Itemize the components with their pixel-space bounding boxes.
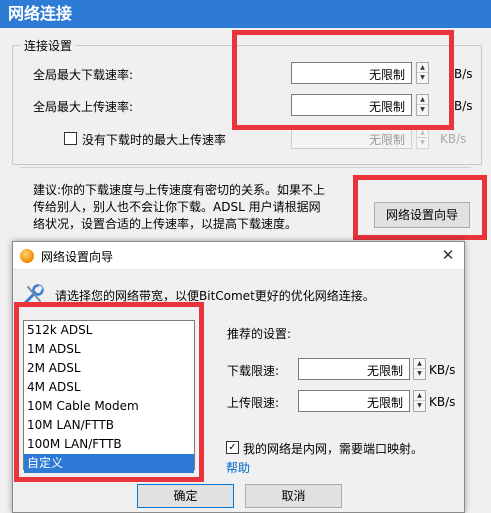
recommended-label: 推荐的设置: [227, 327, 292, 341]
upload-limit-input[interactable]: 无限制 [298, 390, 410, 412]
download-limit-spinner[interactable]: ▲ ▼ [413, 358, 426, 380]
idle-upload-unit: KB/s [440, 132, 467, 146]
idle-upload-spinner[interactable]: ▲ ▼ [416, 127, 429, 149]
idle-upload-label: 没有下载时的最大上传速率 [82, 133, 227, 147]
advice-line-2: 传给别人，别人也不会让你下载。ADSL 用户请根据网 [33, 200, 321, 214]
close-icon[interactable]: ✕ [438, 245, 458, 265]
advice-line-3: 络状况，设置合适的上传速率，以提高下载速度。 [33, 217, 298, 231]
ok-button[interactable]: 确定 [137, 484, 234, 508]
cancel-button[interactable]: 取消 [245, 484, 342, 508]
upload-unit: B/s [454, 99, 473, 113]
spin-up-icon[interactable]: ▲ [414, 359, 425, 369]
upload-limit-unit: KB/s [429, 395, 456, 409]
download-limit-label: 下载限速: [227, 364, 280, 378]
highlight-wizard-button [353, 175, 487, 240]
highlight-bandwidth-list [14, 302, 204, 482]
dialog-title: 网络设置向导 [41, 250, 114, 264]
spin-down-icon[interactable]: ▼ [414, 401, 425, 411]
spin-up-icon[interactable]: ▲ [414, 391, 425, 401]
intranet-checkbox-label: 我的网络是内网，需要端口映射。 [243, 442, 424, 456]
bitcomet-app-icon [20, 249, 34, 263]
download-unit: B/s [454, 67, 473, 81]
dialog-titlebar: 网络设置向导 ✕ [13, 242, 464, 270]
idle-upload-input[interactable]: 无限制 [291, 127, 412, 149]
idle-upload-checkbox[interactable] [64, 132, 77, 145]
global-download-label: 全局最大下载速率: [33, 68, 134, 82]
spin-down-icon[interactable]: ▼ [414, 369, 425, 379]
intranet-checkbox[interactable]: ✓ [226, 441, 239, 454]
download-limit-input[interactable]: 无限制 [298, 358, 410, 380]
highlight-rate-inputs [232, 30, 454, 130]
panel-divider [20, 167, 471, 168]
help-link[interactable]: 帮助 [226, 459, 250, 476]
global-upload-label: 全局最大上传速率: [33, 100, 134, 114]
advice-line-1: 建议:你的下载速度与上传速度有密切的关系。如果不上 [33, 183, 326, 197]
spin-down-icon[interactable]: ▼ [417, 138, 428, 148]
download-limit-unit: KB/s [429, 363, 456, 377]
network-wizard-dialog: 网络设置向导 ✕ 请选择您的网络带宽，以便BitComet更好的优化网络连接。 … [12, 241, 465, 513]
panel-title: 网络连接 [0, 0, 491, 28]
upload-limit-spinner[interactable]: ▲ ▼ [413, 390, 426, 412]
upload-limit-label: 上传限速: [227, 396, 280, 410]
group-title: 连接设置 [20, 37, 77, 54]
